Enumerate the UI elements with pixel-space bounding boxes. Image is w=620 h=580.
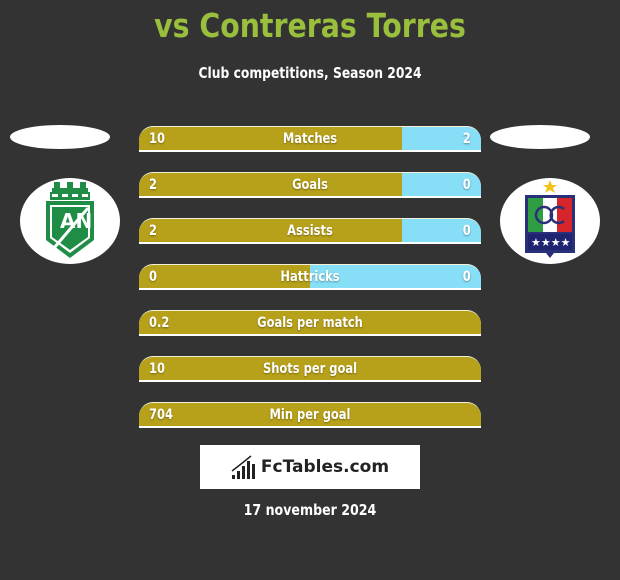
date-label: 17 november 2024 <box>243 501 377 519</box>
stat-label: Min per goal <box>269 406 351 423</box>
fctables-brand-banner[interactable]: FcTables.com <box>200 445 420 489</box>
stat-label: Hattricks <box>280 268 340 285</box>
right-value: 0 <box>463 222 471 239</box>
right-value: 2 <box>463 130 471 147</box>
stat-row-min-per-goal[interactable]: 704 Min per goal <box>139 402 481 428</box>
atletico-nacional-crest-icon: AN <box>46 182 94 258</box>
right-team-name-placeholder <box>490 125 590 149</box>
page-title: vs Contreras Torres <box>154 6 466 45</box>
once-caldas-crest-icon: ★★★★ <box>525 180 575 258</box>
stat-label: Goals per match <box>257 314 363 331</box>
left-value: 0 <box>149 268 157 285</box>
stat-label: Assists <box>287 222 333 239</box>
stat-row-shots-per-goal[interactable]: 10 Shots per goal <box>139 356 481 382</box>
stat-row-hattricks[interactable]: 0 Hattricks 0 <box>139 264 481 290</box>
svg-text:★★★★: ★★★★ <box>531 236 571 249</box>
left-value: 2 <box>149 176 157 193</box>
left-value: 10 <box>149 360 165 377</box>
crest-letters-an: AN <box>60 209 92 233</box>
left-team-name-placeholder <box>10 125 110 149</box>
stat-row-matches[interactable]: 10 Matches 2 <box>139 126 481 152</box>
stat-row-goals-per-match[interactable]: 0.2 Goals per match <box>139 310 481 336</box>
right-value: 0 <box>463 268 471 285</box>
stat-label: Shots per goal <box>262 360 358 377</box>
right-team-logo[interactable]: ★★★★ <box>500 178 600 264</box>
stat-row-assists[interactable]: 2 Assists 0 <box>139 218 481 244</box>
brand-name: FcTables.com <box>260 457 390 477</box>
left-team-logo[interactable]: AN <box>20 178 120 264</box>
right-value: 0 <box>463 176 471 193</box>
stat-row-goals[interactable]: 2 Goals 0 <box>139 172 481 198</box>
left-value: 10 <box>149 130 165 147</box>
stat-label: Goals <box>292 176 328 193</box>
left-value: 0.2 <box>149 314 170 331</box>
stat-label: Matches <box>282 130 338 147</box>
bar-chart-icon <box>231 455 255 479</box>
page-subtitle: Club competitions, Season 2024 <box>198 64 422 82</box>
left-value: 2 <box>149 222 157 239</box>
